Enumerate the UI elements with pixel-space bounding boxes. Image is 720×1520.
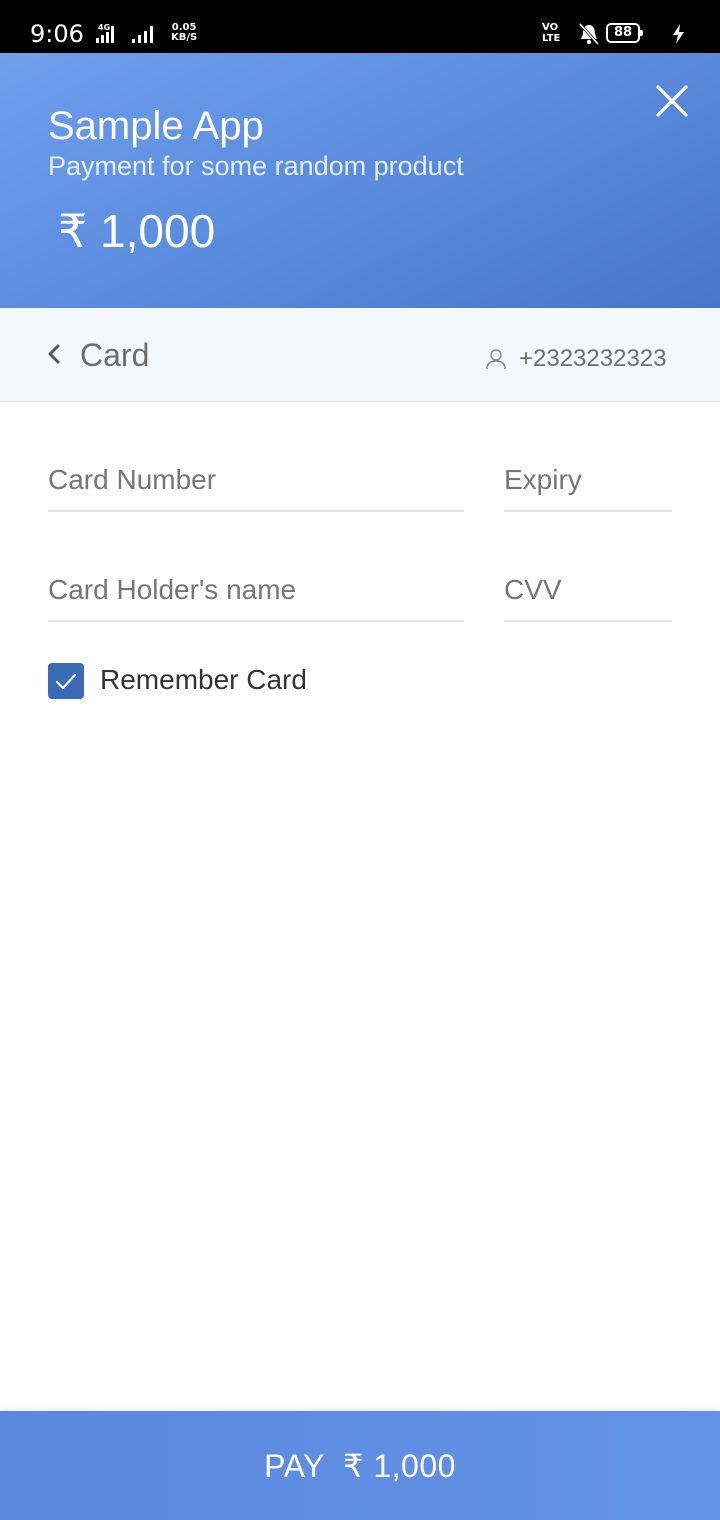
cvv-input[interactable] bbox=[504, 560, 672, 620]
check-icon bbox=[55, 673, 77, 690]
card-holder-input[interactable] bbox=[48, 560, 464, 620]
signal-icons: 4G bbox=[88, 22, 168, 51]
charging-icon bbox=[673, 24, 684, 44]
pay-button-label: PAY ₹ 1,000 bbox=[264, 1448, 456, 1484]
remember-card-label: Remember Card bbox=[100, 664, 307, 695]
battery-indicator: 88 bbox=[606, 23, 643, 43]
close-icon bbox=[656, 85, 688, 117]
card-holder-field bbox=[48, 560, 464, 622]
card-number-field bbox=[48, 450, 464, 512]
back-button[interactable] bbox=[40, 336, 70, 372]
network-type: 4G bbox=[98, 23, 110, 32]
pay-button[interactable]: PAY ₹ 1,000 bbox=[0, 1411, 720, 1520]
method-title: Card bbox=[80, 337, 150, 373]
user-icon bbox=[486, 349, 506, 370]
payment-header: Sample App Payment for some random produ… bbox=[0, 53, 720, 308]
payment-description: Payment for some random product bbox=[48, 151, 464, 181]
cvv-field bbox=[504, 560, 672, 622]
method-bar: Card +2323232323 bbox=[0, 308, 720, 402]
network-speed: 0.05 KB/S bbox=[171, 23, 197, 43]
close-button[interactable] bbox=[652, 81, 692, 121]
chevron-left-icon bbox=[48, 344, 60, 364]
volte-indicator: VO LTE bbox=[542, 22, 561, 44]
status-time: 9:06 bbox=[30, 20, 84, 48]
card-number-input[interactable] bbox=[48, 450, 464, 510]
contact-number: +2323232323 bbox=[519, 345, 667, 372]
mute-bell-icon bbox=[578, 22, 600, 46]
expiry-field bbox=[504, 450, 672, 512]
remember-card-checkbox[interactable] bbox=[48, 663, 84, 699]
speed-unit: KB/S bbox=[171, 32, 198, 43]
expiry-input[interactable] bbox=[504, 450, 672, 510]
app-name: Sample App bbox=[48, 104, 264, 148]
status-bar: 9:06 4G 0.05 KB/S VO LTE 88 bbox=[0, 0, 720, 53]
payment-amount: ₹ 1,000 bbox=[58, 205, 216, 257]
